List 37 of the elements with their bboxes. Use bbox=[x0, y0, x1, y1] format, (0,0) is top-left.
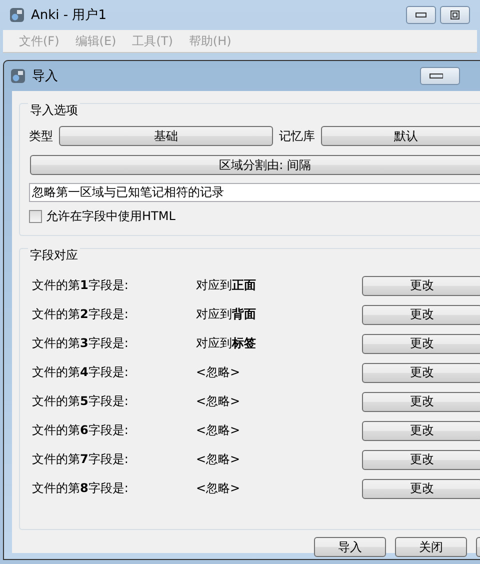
deck-button[interactable]: 默认 bbox=[321, 126, 480, 146]
note-type-button[interactable]: 基础 bbox=[59, 126, 273, 146]
window-title: Anki - 用户1 bbox=[31, 7, 106, 24]
field-target: 对应到正面 bbox=[196, 277, 257, 294]
field-target: <忽略> bbox=[196, 393, 242, 410]
change-button[interactable]: 更改 bbox=[362, 478, 480, 498]
group-title: 导入选项 bbox=[28, 102, 80, 119]
dialog-button[interactable]: 导入 bbox=[314, 537, 386, 557]
dialog-title: 导入 bbox=[32, 68, 58, 85]
checkbox-label: 允许在字段中使用HTML bbox=[46, 208, 176, 225]
field-label: 文件的第5字段是: bbox=[31, 393, 130, 410]
field-label: 文件的第8字段是: bbox=[31, 480, 130, 497]
field-target: <忽略> bbox=[196, 451, 242, 468]
type-label: 类型 bbox=[29, 128, 53, 144]
field-target: <忽略> bbox=[196, 480, 242, 497]
change-button[interactable]: 更改 bbox=[362, 276, 480, 296]
change-button[interactable]: 更改 bbox=[362, 450, 480, 470]
group-title: 字段对应 bbox=[28, 247, 80, 264]
change-button[interactable]: 更改 bbox=[362, 304, 480, 324]
dialog-button[interactable]: 关闭 bbox=[395, 537, 467, 557]
change-button[interactable]: 更改 bbox=[362, 420, 480, 440]
field-target: <忽略> bbox=[196, 364, 242, 381]
field-label: 文件的第2字段是: bbox=[31, 306, 130, 323]
deck-label: 记忆库 bbox=[279, 128, 315, 144]
field-target: <忽略> bbox=[196, 422, 242, 439]
field-label: 文件的第1字段是: bbox=[31, 277, 130, 294]
change-button[interactable]: 更改 bbox=[362, 362, 480, 382]
change-button[interactable]: 更改 bbox=[362, 334, 480, 354]
field-label: 文件的第6字段是: bbox=[31, 422, 130, 439]
field-target: 对应到背面 bbox=[196, 306, 257, 323]
field-target: 对应到标签 bbox=[196, 335, 257, 352]
field-label: 文件的第4字段是: bbox=[31, 364, 130, 381]
field-label: 文件的第7字段是: bbox=[31, 451, 130, 468]
separator-button[interactable]: 区域分割由: 间隔 bbox=[30, 155, 480, 175]
field-label: 文件的第3字段是: bbox=[31, 335, 130, 352]
change-button[interactable]: 更改 bbox=[362, 392, 480, 412]
duplicate-option-field[interactable]: 忽略第一区域与已知笔记相符的记录 bbox=[29, 183, 480, 202]
